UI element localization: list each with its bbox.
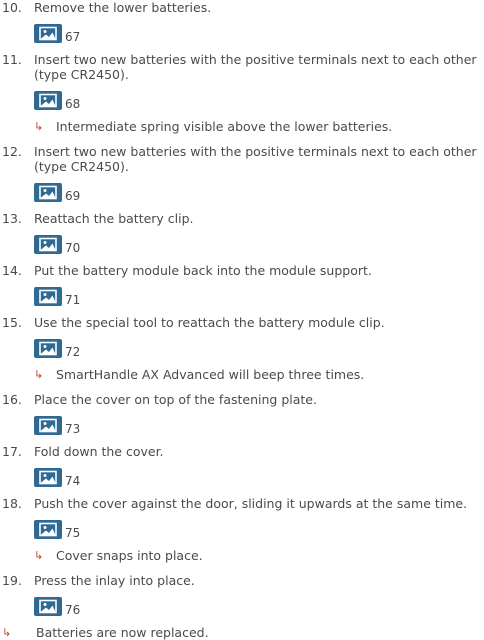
figure-reference: 72: [34, 336, 480, 358]
figure-reference: 67: [34, 21, 480, 43]
step-item: 16. Place the cover on top of the fasteni…: [0, 392, 484, 444]
step-text: Remove the lower batteries.: [34, 0, 212, 15]
image-placeholder-icon[interactable]: [34, 183, 62, 202]
figure-number: 72: [65, 345, 81, 359]
image-placeholder-icon[interactable]: [34, 235, 62, 254]
figure-reference: 69: [34, 180, 480, 202]
step-number: 10.: [2, 0, 22, 15]
step-body: Reattach the battery clip. 70: [34, 211, 484, 263]
step-number: 19.: [2, 573, 22, 588]
step-number: 18.: [2, 496, 22, 511]
step-item: 13. Reattach the battery clip. 70: [0, 211, 484, 263]
result-text: SmartHandle AX Advanced will beep three …: [56, 367, 365, 382]
step-number: 15.: [2, 315, 22, 330]
step-body: Put the battery module back into the mod…: [34, 263, 484, 315]
step-body: Insert two new batteries with the positi…: [34, 52, 484, 144]
step-body: Fold down the cover. 74: [34, 444, 484, 496]
figure-reference: 74: [34, 465, 480, 487]
step-result: ↳ SmartHandle AX Advanced will beep three…: [34, 367, 480, 382]
step-number: 13.: [2, 211, 22, 226]
result-arrow-icon: ↳: [34, 368, 44, 381]
figure-number: 67: [65, 30, 81, 44]
step-item: 12. Insert two new batteries with the pos…: [0, 144, 484, 211]
figure-reference: 76: [34, 594, 480, 616]
step-item: 17. Fold down the cover. 74: [0, 444, 484, 496]
step-body: Place the cover on top of the fastening …: [34, 392, 484, 444]
step-item: 19. Press the inlay into place. 76: [0, 573, 484, 625]
step-text: Insert two new batteries with the positi…: [34, 52, 477, 82]
result-arrow-icon: ↳: [34, 549, 44, 562]
step-result: ↳ Intermediate spring visible above the l…: [34, 119, 480, 134]
figure-number: 76: [65, 603, 81, 617]
step-number: 14.: [2, 263, 22, 278]
image-placeholder-icon[interactable]: [34, 91, 62, 110]
step-text: Put the battery module back into the mod…: [34, 263, 372, 278]
step-text: Reattach the battery clip.: [34, 211, 194, 226]
step-number: 11.: [2, 52, 22, 67]
step-number: 16.: [2, 392, 22, 407]
step-item: 11. Insert two new batteries with the pos…: [0, 52, 484, 144]
step-text: Insert two new batteries with the positi…: [34, 144, 477, 174]
figure-number: 75: [65, 526, 81, 540]
figure-number: 70: [65, 241, 81, 255]
step-text: Push the cover against the door, sliding…: [34, 496, 468, 511]
instruction-document: 10. Remove the lower batteries. 67 11. Inser…: [0, 0, 484, 640]
figure-reference: 73: [34, 413, 480, 435]
image-placeholder-icon[interactable]: [34, 287, 62, 306]
step-number: 12.: [2, 144, 22, 159]
step-item: 14. Put the battery module back into the …: [0, 263, 484, 315]
image-placeholder-icon[interactable]: [34, 24, 62, 43]
figure-number: 69: [65, 189, 81, 203]
step-text: Press the inlay into place.: [34, 573, 195, 588]
result-text: Intermediate spring visible above the lo…: [56, 119, 393, 134]
image-placeholder-icon[interactable]: [34, 597, 62, 616]
figure-number: 73: [65, 422, 81, 436]
step-body: Use the special tool to reattach the bat…: [34, 315, 484, 392]
result-arrow-icon: ↳: [34, 120, 44, 133]
figure-number: 71: [65, 293, 81, 307]
step-result: ↳ Cover snaps into place.: [34, 548, 480, 563]
step-item: 18. Push the cover against the door, slid…: [0, 496, 484, 573]
step-item: 15. Use the special tool to reattach the …: [0, 315, 484, 392]
image-placeholder-icon[interactable]: [34, 520, 62, 539]
figure-number: 68: [65, 97, 81, 111]
step-text: Fold down the cover.: [34, 444, 164, 459]
figure-reference: 75: [34, 517, 480, 539]
step-item: 10. Remove the lower batteries. 67: [0, 0, 484, 52]
image-placeholder-icon[interactable]: [34, 468, 62, 487]
figure-number: 74: [65, 474, 81, 488]
figure-reference: 68: [34, 88, 480, 110]
step-body: Remove the lower batteries. 67: [34, 0, 484, 52]
step-text: Use the special tool to reattach the bat…: [34, 315, 385, 330]
result-text: Cover snaps into place.: [56, 548, 203, 563]
image-placeholder-icon[interactable]: [34, 416, 62, 435]
figure-reference: 71: [34, 284, 480, 306]
step-body: Press the inlay into place. 76: [34, 573, 484, 625]
step-body: Push the cover against the door, sliding…: [34, 496, 484, 573]
figure-reference: 70: [34, 232, 480, 254]
step-body: Insert two new batteries with the positi…: [34, 144, 484, 211]
image-placeholder-icon[interactable]: [34, 339, 62, 358]
step-text: Place the cover on top of the fastening …: [34, 392, 317, 407]
step-number: 17.: [2, 444, 22, 459]
